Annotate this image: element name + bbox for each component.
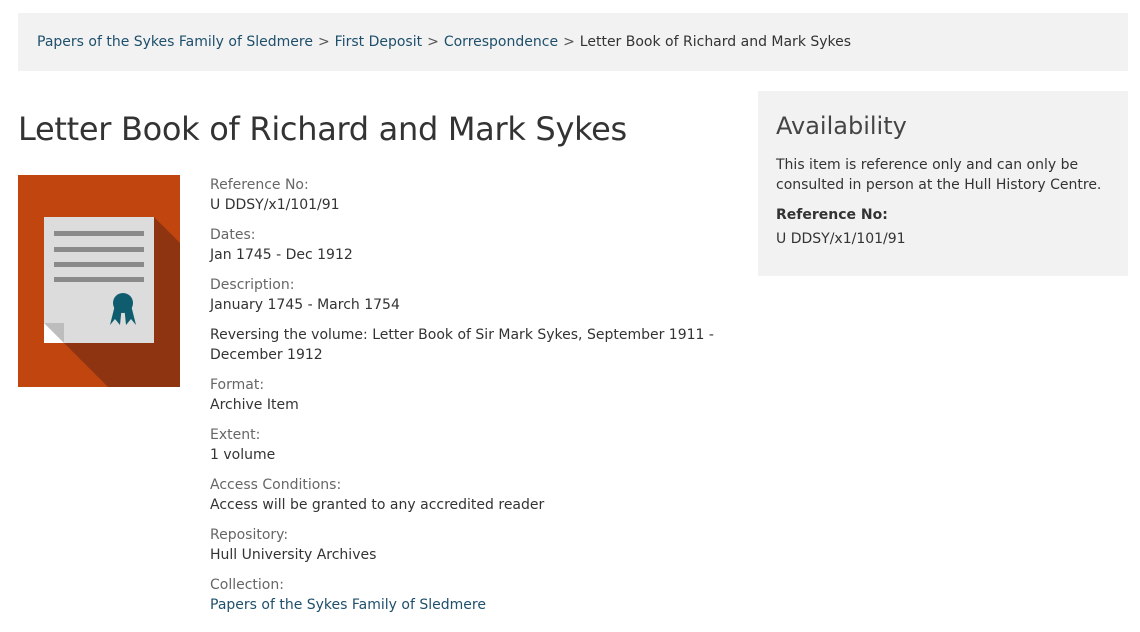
- item-details: Reference No: U DDSY/x1/101/91 Dates: Ja…: [210, 175, 750, 625]
- availability-panel: Availability This item is reference only…: [758, 91, 1128, 276]
- detail-value: January 1745 - March 1754: [210, 297, 400, 313]
- detail-label: Dates:: [210, 227, 256, 243]
- breadcrumb-link-collection[interactable]: Papers of the Sykes Family of Sledmere: [37, 34, 313, 50]
- detail-value: 1 volume: [210, 447, 276, 463]
- detail-value: Papers of the Sykes Family of Sledmere: [210, 595, 750, 615]
- detail-dates: Dates: Jan 1745 - Dec 1912: [210, 225, 750, 265]
- detail-label: Reference No:: [210, 177, 309, 193]
- detail-label: Access Conditions:: [210, 477, 342, 493]
- availability-ref-value: U DDSY/x1/101/91: [776, 231, 906, 247]
- item-thumbnail: [18, 175, 180, 387]
- certificate-icon: [44, 217, 180, 387]
- availability-text: This item is reference only and can only…: [776, 157, 1102, 193]
- breadcrumb-separator: >: [427, 34, 439, 50]
- breadcrumb-link-correspondence[interactable]: Correspondence: [444, 34, 558, 50]
- page-title: Letter Book of Richard and Mark Sykes: [18, 110, 627, 148]
- detail-label: Collection:: [210, 577, 284, 593]
- detail-repository: Repository: Hull University Archives: [210, 525, 750, 565]
- detail-collection: Collection: Papers of the Sykes Family o…: [210, 575, 750, 615]
- detail-label: Extent:: [210, 427, 261, 443]
- detail-label: Repository:: [210, 527, 289, 543]
- detail-description: Description: January 1745 - March 1754 R…: [210, 275, 750, 365]
- breadcrumb-separator: >: [563, 34, 575, 50]
- detail-access-conditions: Access Conditions: Access will be grante…: [210, 475, 750, 515]
- detail-value: Hull University Archives: [210, 547, 377, 563]
- detail-label: Description:: [210, 277, 295, 293]
- breadcrumb: Papers of the Sykes Family of Sledmere >…: [18, 13, 1128, 71]
- detail-reference: Reference No: U DDSY/x1/101/91: [210, 175, 750, 215]
- detail-extent: Extent: 1 volume: [210, 425, 750, 465]
- detail-value: Jan 1745 - Dec 1912: [210, 247, 353, 263]
- detail-value: U DDSY/x1/101/91: [210, 197, 340, 213]
- availability-ref-label: Reference No:: [776, 207, 888, 223]
- detail-label: Format:: [210, 377, 265, 393]
- detail-format: Format: Archive Item: [210, 375, 750, 415]
- breadcrumb-link-first-deposit[interactable]: First Deposit: [335, 34, 422, 50]
- detail-value: Reversing the volume: Letter Book of Sir…: [210, 327, 714, 363]
- detail-value: Archive Item: [210, 397, 299, 413]
- detail-value: Access will be granted to any accredited…: [210, 497, 545, 513]
- availability-title: Availability: [776, 112, 907, 140]
- breadcrumb-current: Letter Book of Richard and Mark Sykes: [579, 34, 852, 50]
- breadcrumb-separator: >: [317, 34, 330, 50]
- collection-link[interactable]: Papers of the Sykes Family of Sledmere: [210, 597, 486, 613]
